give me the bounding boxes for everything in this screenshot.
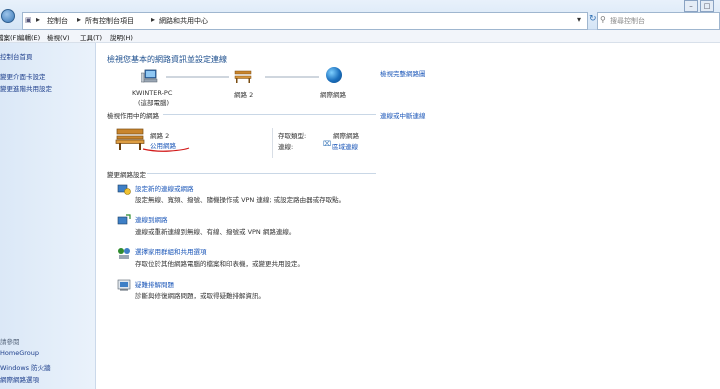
task-connect-network-desc: 連線或重新連線到無線、有線、撥號或 VPN 網路連線。 [135,228,296,236]
access-type-label: 存取類型: [278,132,307,140]
task-homegroup-desc: 存取位於其他網路電腦的檔案和印表機，或變更共用設定。 [135,260,304,268]
chevron-right-icon[interactable]: ▸ [77,15,81,24]
sidebar-item-home[interactable]: 控制台首頁 [0,51,33,61]
menu-help[interactable]: 說明(H) [110,32,133,42]
connections-label: 連線: [278,143,294,151]
menu-file[interactable]: 檔案(F) [0,32,19,42]
troubleshoot-icon [117,279,131,291]
minimize-icon[interactable]: – [684,0,698,12]
address-bar-area: ▣ ▸ 控制台 ▸ 所有控制台項目 ▸ 網路和共用中心 ▾ ↻ ⚲ 搜尋控制台 … [0,0,720,30]
active-networks-title: 檢視作用中的網路 [107,112,159,120]
map-connector [265,76,319,78]
address-field[interactable]: ▣ ▸ 控制台 ▸ 所有控制台項目 ▸ 網路和共用中心 ▾ [22,12,588,30]
section-divider [147,173,376,174]
local-connection-link[interactable]: 區域連線 [332,141,358,151]
active-network-name: 網路 2 [150,132,170,140]
menu-tools[interactable]: 工具(T) [80,32,102,42]
hand-drawn-underline [142,147,190,152]
map-internet: 網際網路 [320,91,346,99]
map-network-name: 網路 2 [234,91,254,99]
public-network-bench-icon [115,128,145,150]
computer-icon [141,69,158,83]
globe-icon [326,67,342,83]
chevron-down-icon[interactable]: ▾ [577,15,581,24]
connect-disconnect-link[interactable]: 連線或中斷連線 [380,110,426,120]
map-pc-sub: (這部電腦) [138,99,170,107]
menu-edit[interactable]: 編輯(E) [18,32,40,42]
access-type-value: 網際網路 [333,132,359,140]
sidebar-item-internet-options[interactable]: 網際網路選項 [0,374,39,384]
change-settings-title: 變更網路設定 [107,171,146,179]
task-connect-network-link[interactable]: 連線到網路 [135,214,168,224]
bench-icon [234,70,252,83]
task-setup-connection-desc: 設定無線、寬頻、撥號、隨機操作或 VPN 連線; 或設定路由器或存取點。 [135,196,346,204]
new-connection-icon [117,184,131,195]
maximize-icon[interactable]: □ [700,0,714,12]
breadcrumb-all-items[interactable]: 所有控制台項目 [85,16,134,26]
search-icon: ⚲ [600,15,606,24]
vertical-divider [272,128,273,158]
view-full-map-link[interactable]: 檢視完整網路圖 [380,68,426,78]
back-icon[interactable] [1,9,15,23]
chevron-right-icon[interactable]: ▸ [151,15,155,24]
sidebar: 控制台首頁 變更介面卡設定 變更進階共用設定 請參閱 HomeGroup Win… [0,43,96,389]
search-placeholder: 搜尋控制台 [610,17,645,25]
section-divider [163,114,376,115]
page-title: 檢視您基本的網路資訊並設定連線 [107,55,227,64]
task-troubleshoot-desc: 診斷與修復網路問題，或取得疑難排解資訊。 [135,292,265,300]
map-connector [166,76,229,78]
task-troubleshoot-link[interactable]: 疑難排解問題 [135,279,174,289]
menu-view[interactable]: 檢視(V) [47,32,70,42]
sidebar-item-homegroup[interactable]: HomeGroup [0,349,39,357]
task-setup-connection-link[interactable]: 設定新的連線或網路 [135,183,194,193]
sidebar-item-firewall[interactable]: Windows 防火牆 [0,362,51,372]
search-box[interactable]: ⚲ 搜尋控制台 [597,12,720,30]
chevron-right-icon[interactable]: ▸ [36,15,40,24]
main-panel: 檢視您基本的網路資訊並設定連線 檢視完整網路圖 KWINTER-PC (這部電腦… [97,43,720,389]
control-panel-icon: ▣ [25,16,32,24]
refresh-icon[interactable]: ↻ [589,14,597,24]
ethernet-icon: ⌧ [323,140,332,148]
homegroup-sharing-icon [118,248,130,259]
menu-bar: 檔案(F) 編輯(E) 檢視(V) 工具(T) 說明(H) [0,30,720,43]
map-pc-name: KWINTER-PC [132,89,173,97]
breadcrumb-network-center[interactable]: 網路和共用中心 [159,16,208,26]
see-also-title: 請參閱 [0,338,20,346]
sidebar-item-advanced-sharing[interactable]: 變更進階共用設定 [0,83,52,93]
sidebar-item-adapter-settings[interactable]: 變更介面卡設定 [0,71,46,81]
task-homegroup-link[interactable]: 選擇家用群組和共用選項 [135,246,207,256]
connect-network-icon [117,214,131,225]
breadcrumb-control-panel[interactable]: 控制台 [47,16,68,26]
